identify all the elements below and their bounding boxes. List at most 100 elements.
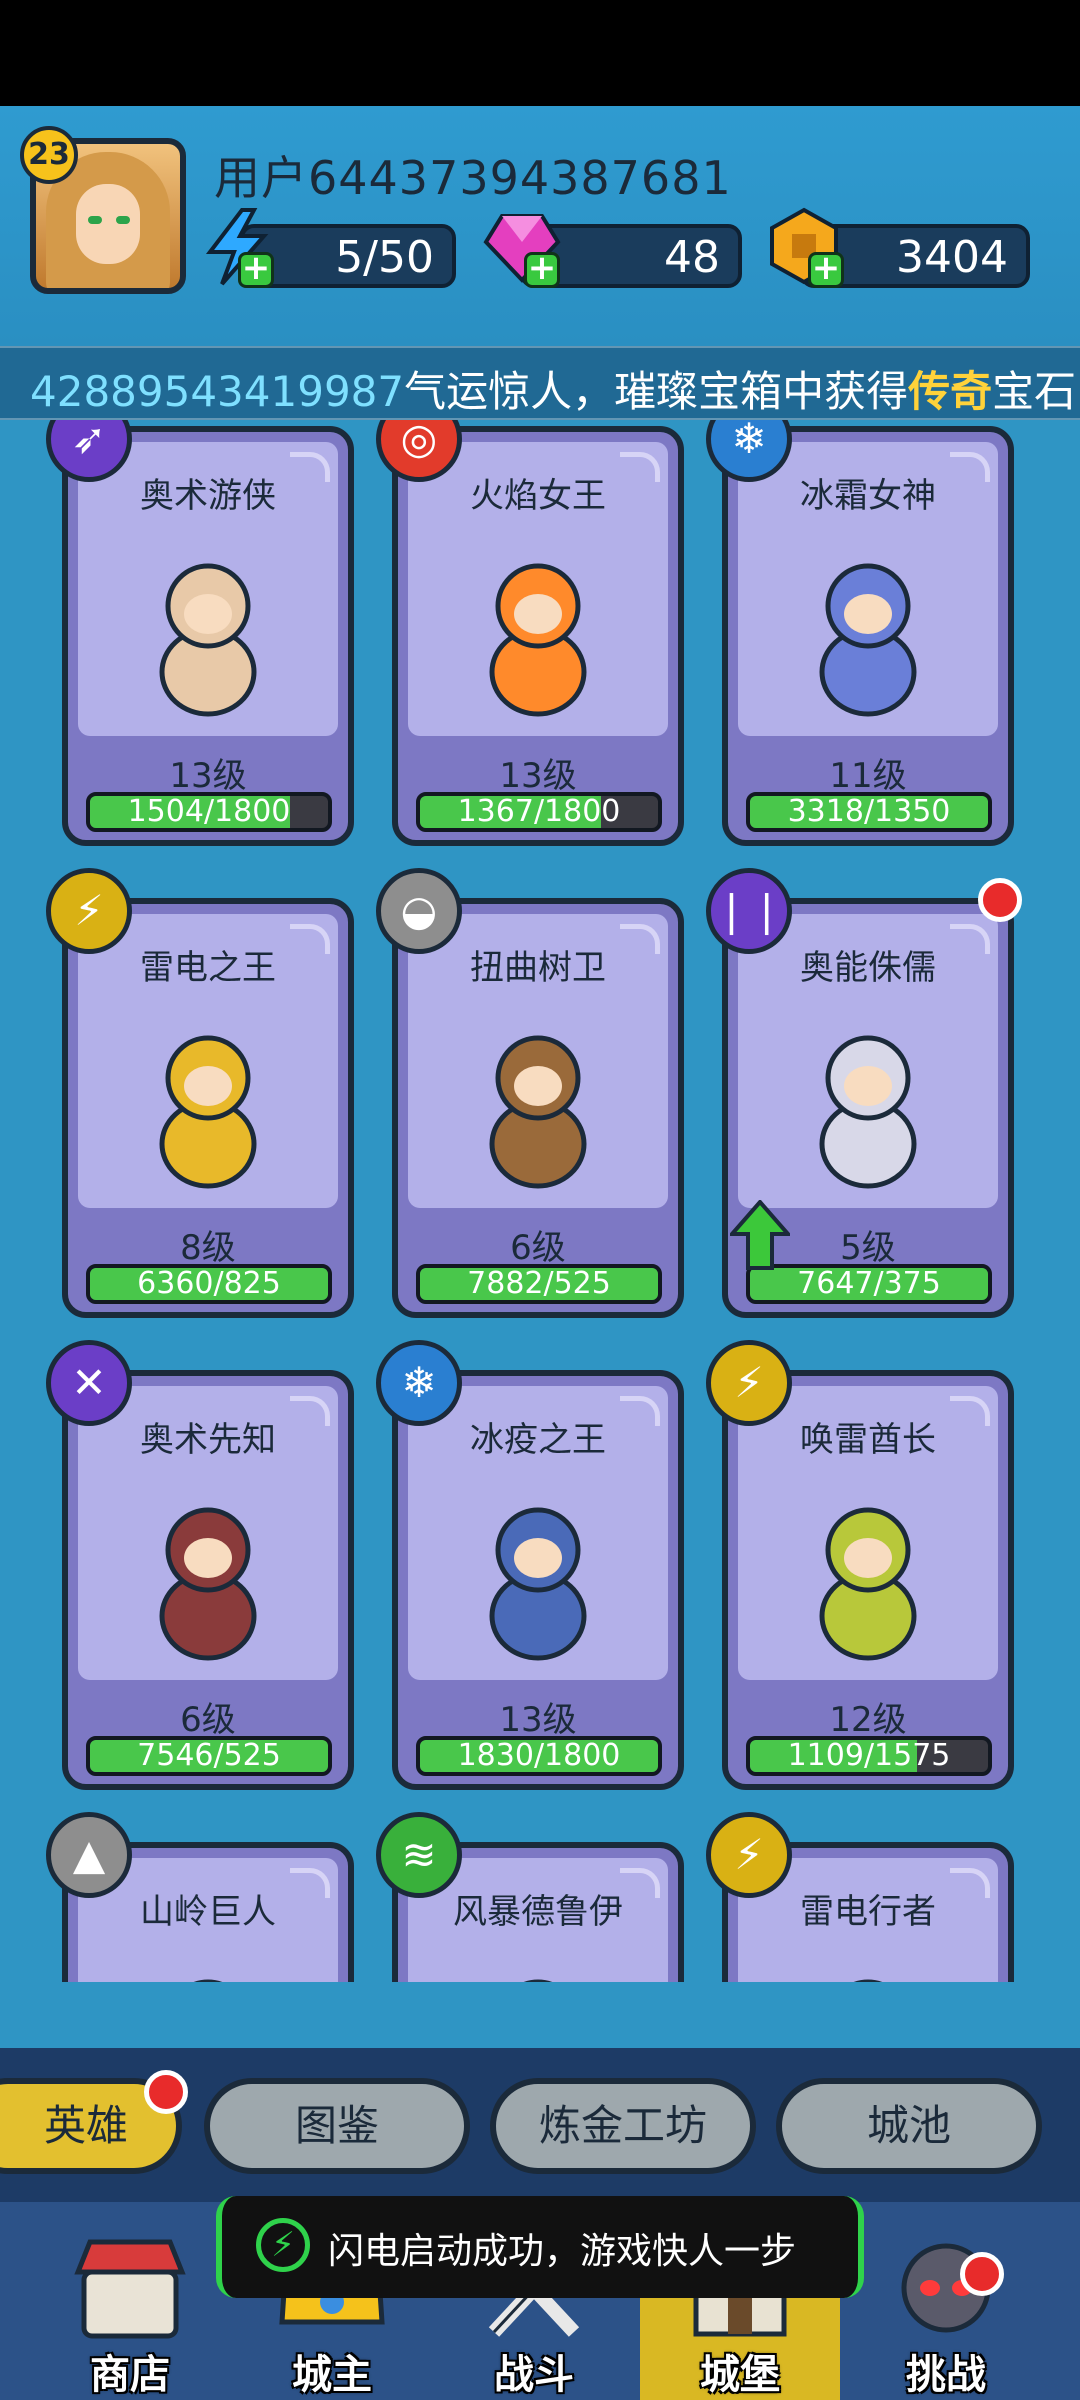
emblem-symbol: ❄: [731, 420, 767, 463]
hero-portrait: [159, 1507, 257, 1661]
subnav-alchemy[interactable]: 炼金工坊: [490, 2078, 756, 2174]
emblem-symbol: ▲: [72, 1830, 106, 1879]
hero-card[interactable]: 唤雷酋长 12级 1109/1575: [722, 1370, 1014, 1790]
hero-card[interactable]: 雷电之王 8级 6360/825: [62, 898, 354, 1318]
progress-text: 1830/1800: [457, 1738, 621, 1773]
hero-portrait: [489, 1507, 587, 1661]
subnav-codex-label: 图鉴: [294, 2101, 379, 2150]
upgrade-progress-bar: 1504/1800: [86, 792, 332, 832]
progress-text: 7546/525: [137, 1738, 281, 1773]
hero-portrait: [489, 1035, 587, 1189]
announcement-ticker: 42889543419987气运惊人，璀璨宝箱中获得传奇宝石: [0, 346, 1080, 420]
subnav-heroes-label: 英雄: [43, 2101, 128, 2150]
emblem-symbol: ⚡: [734, 1830, 764, 1879]
target-emblem: ◎: [376, 420, 462, 482]
hero-portrait: [489, 563, 587, 717]
emblem-symbol: ❄: [401, 1358, 437, 1407]
hero-portrait: [853, 1979, 883, 1982]
hero-level: 8级: [180, 1228, 236, 1268]
hero-card[interactable]: 火焰女王 13级 1367/1800: [392, 426, 684, 846]
hero-card[interactable]: 扭曲树卫 6级 7882/525: [392, 898, 684, 1318]
hero-card[interactable]: 冰疫之王 13级 1830/1800: [392, 1370, 684, 1790]
emblem-symbol: ◎: [400, 420, 438, 463]
ticker-player-id: 42889543419987: [30, 367, 405, 416]
upgrade-progress-bar: 1830/1800: [416, 1736, 662, 1776]
hero-level: 12级: [829, 1700, 907, 1740]
tornado-emblem: ≋: [376, 1812, 462, 1898]
hero-card[interactable]: 奥术先知 6级 7546/525: [62, 1370, 354, 1790]
upgrade-progress-bar: 7546/525: [86, 1736, 332, 1776]
ticker-message-end: 宝石: [992, 367, 1077, 416]
emblem-symbol: ➶: [71, 420, 107, 463]
subnav-alchemy-label: 炼金工坊: [538, 2101, 707, 2150]
emblem-symbol: ⚡: [74, 886, 104, 935]
gems-value: 48: [664, 232, 720, 283]
progress-text: 7882/525: [467, 1266, 611, 1301]
upgrade-arrow-icon: [730, 1200, 790, 1270]
hero-portrait: [819, 1507, 917, 1661]
hero-level: 13级: [499, 756, 577, 796]
energy-value: 5/50: [335, 232, 434, 283]
tab-challenge[interactable]: 挑战: [846, 2202, 1046, 2400]
subnav-city-label: 城池: [866, 2101, 951, 2150]
ticker-message: 气运惊人，璀璨宝箱中获得: [404, 367, 909, 416]
tab-battle-label: 战斗: [494, 2352, 574, 2398]
shop-icon: [74, 2239, 186, 2339]
status-bar: [0, 0, 1080, 106]
upgrade-progress-bar: 6360/825: [86, 1264, 332, 1304]
username: 用户64437394387681: [214, 151, 732, 205]
lightning-emblem: ⚡: [706, 1340, 792, 1426]
ticker-highlight: 传奇: [908, 367, 993, 416]
progress-text: 6360/825: [137, 1266, 281, 1301]
progress-text: 1109/1575: [787, 1738, 951, 1773]
upgrade-progress-bar: 7882/525: [416, 1264, 662, 1304]
shield-emblem: ◒: [376, 868, 462, 954]
notification-dot: [978, 878, 1022, 922]
crystal-emblem: ❄: [376, 1340, 462, 1426]
tab-shop[interactable]: 商店: [30, 2202, 230, 2400]
notification-dot: [960, 2252, 1004, 2296]
tab-shop-label: 商店: [90, 2352, 170, 2398]
add-energy-button[interactable]: +: [238, 251, 274, 288]
emblem-symbol: ✕: [71, 1358, 107, 1407]
hero-level: 13级: [499, 1700, 577, 1740]
progress-text: 3318/1350: [787, 794, 951, 829]
ticker-text: 42889543419987气运惊人，璀璨宝箱中获得传奇宝石: [30, 358, 1077, 418]
hero-portrait: [159, 563, 257, 717]
lightning-emblem: ⚡: [46, 868, 132, 954]
hero-grid: 奥术游侠 13级 1504/1800 ➶ 火焰女王 13级 1367/1800 ◎ 冰霜女神 11…: [0, 420, 1080, 1982]
gold-value: 3404: [896, 232, 1008, 283]
upgrade-progress-bar: 7647/375: [746, 1264, 992, 1304]
upgrade-progress-bar: 3318/1350: [746, 792, 992, 832]
subnav-codex[interactable]: 图鉴: [204, 2078, 470, 2174]
hero-portrait: [819, 563, 917, 717]
progress-text: 7647/375: [797, 1266, 941, 1301]
emblem-symbol: ≋: [401, 1830, 437, 1879]
notification-dot: [144, 2070, 188, 2114]
claw-emblem: ❘❘: [706, 868, 792, 954]
hero-level: 13级: [169, 756, 247, 796]
hero-card[interactable]: 奥术游侠 13级 1504/1800: [62, 426, 354, 846]
hero-card[interactable]: 冰霜女神 11级 3318/1350: [722, 426, 1014, 846]
sub-navigation: 英雄 图鉴 炼金工坊 城池: [0, 2048, 1080, 2202]
lightning-icon: ⚡: [256, 2218, 310, 2272]
arrow-emblem: ➶: [46, 420, 132, 482]
rock-emblem: ▲: [46, 1812, 132, 1898]
tab-challenge-label: 挑战: [906, 2352, 986, 2398]
toast-notification: ⚡ 闪电启动成功，游戏快人一步: [216, 2196, 864, 2298]
upgrade-progress-bar: 1109/1575: [746, 1736, 992, 1776]
hero-portrait: [523, 1979, 553, 1982]
subnav-city[interactable]: 城池: [776, 2078, 1042, 2174]
hero-level: 11级: [829, 756, 907, 796]
tab-castle-label: 城堡: [700, 2352, 780, 2398]
toast-text: 闪电启动成功，游戏快人一步: [328, 2231, 797, 2272]
hero-portrait: [159, 1035, 257, 1189]
player-level-badge: 23: [20, 126, 78, 184]
lightning-emblem: ⚡: [706, 1812, 792, 1898]
hero-level: 6级: [180, 1700, 236, 1740]
tab-lord-label: 城主: [292, 2352, 372, 2398]
upgrade-progress-bar: 1367/1800: [416, 792, 662, 832]
progress-text: 1504/1800: [127, 794, 291, 829]
add-gold-button[interactable]: +: [808, 251, 844, 288]
add-gems-button[interactable]: +: [524, 251, 560, 288]
